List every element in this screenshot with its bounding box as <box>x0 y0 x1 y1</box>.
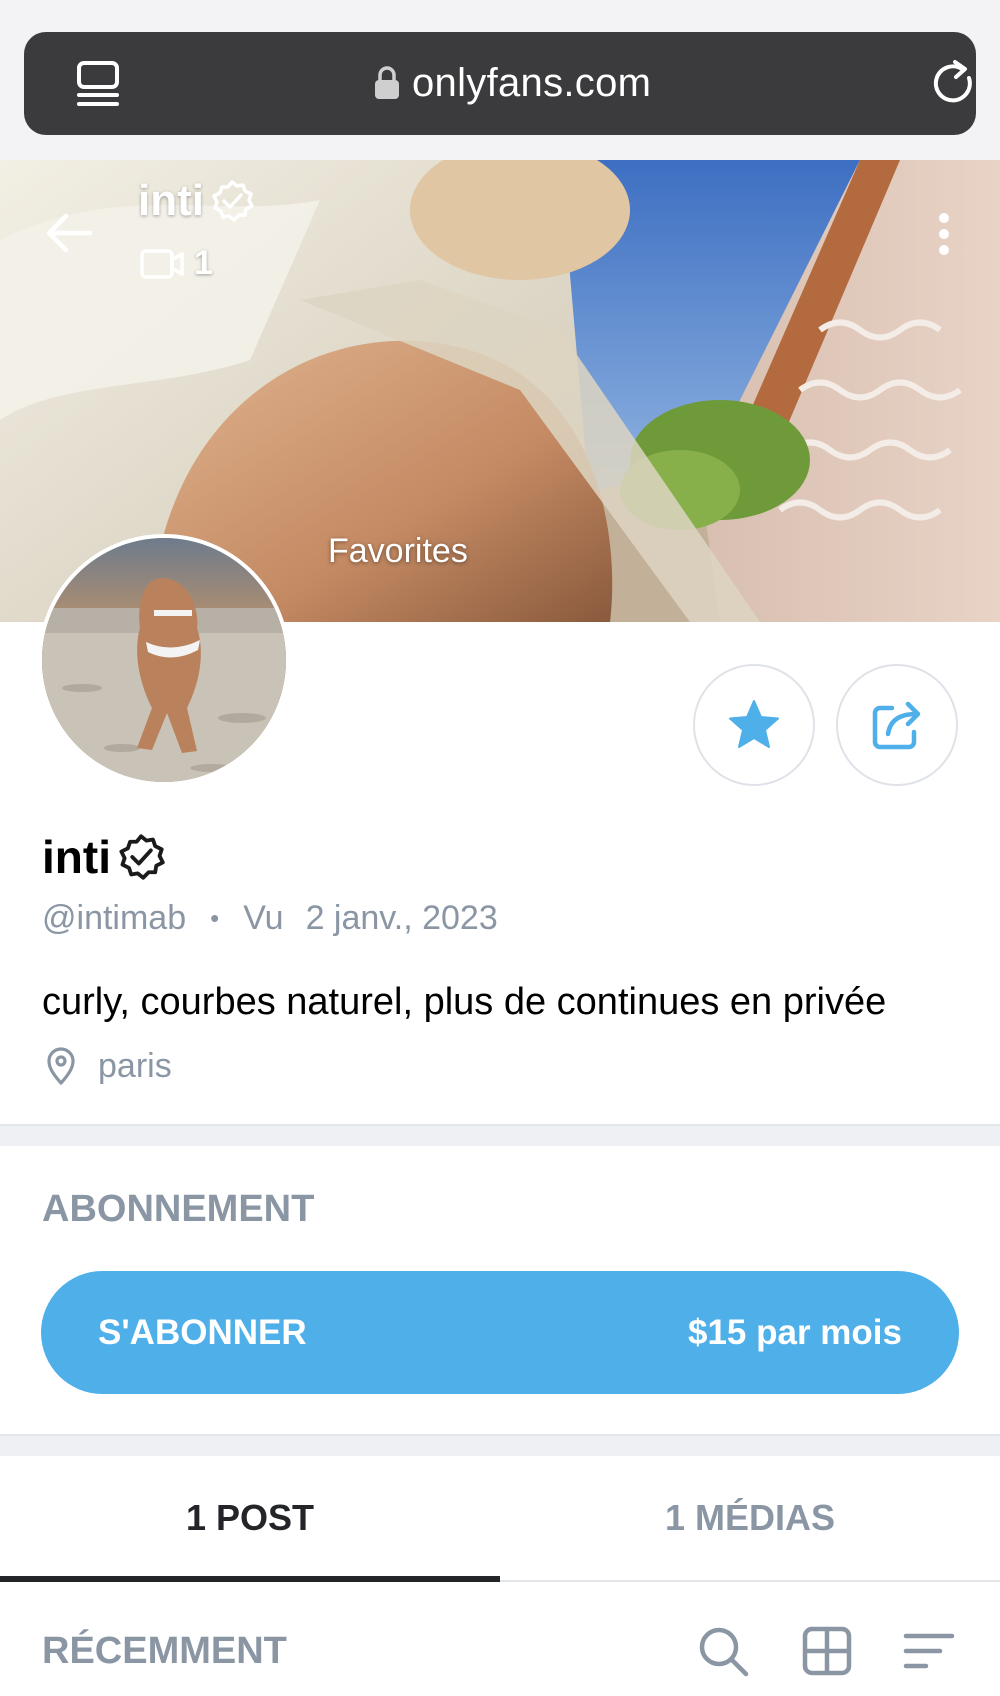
cover-stats: 1 <box>140 244 213 283</box>
search-icon[interactable] <box>696 1624 750 1678</box>
cover-name-text: inti <box>138 176 204 225</box>
star-icon <box>729 700 779 748</box>
section-divider <box>0 1434 1000 1456</box>
address-bar[interactable]: onlyfans.com <box>24 32 976 135</box>
sort-icon[interactable] <box>902 1624 956 1678</box>
avatar[interactable] <box>38 534 290 786</box>
video-icon <box>140 248 184 279</box>
browser-toolbar: onlyfans.com <box>0 0 1000 160</box>
subscribe-label: S'ABONNER <box>98 1312 307 1352</box>
tab-media[interactable]: 1 MÉDIAS <box>500 1456 1000 1580</box>
profile-handle: @intimab <box>42 899 187 937</box>
profile-name: inti <box>42 830 165 884</box>
avatar-photo <box>42 538 286 782</box>
profile-bio: curly, courbes naturel, plus de continue… <box>42 981 887 1023</box>
favorites-label: Favorites <box>328 532 468 570</box>
grid-icon[interactable] <box>800 1624 854 1678</box>
lock-icon <box>375 66 399 99</box>
share-button[interactable] <box>836 664 958 786</box>
reload-icon[interactable] <box>929 58 979 110</box>
profile-name-text: inti <box>42 831 111 883</box>
video-count: 1 <box>194 244 213 282</box>
subscribe-price: $15 par mois <box>688 1312 902 1352</box>
cover-header-name: inti <box>138 176 254 226</box>
verified-icon <box>119 834 165 880</box>
verified-icon <box>212 180 254 222</box>
profile-location: paris <box>42 1046 172 1086</box>
url-text: onlyfans.com <box>412 60 652 105</box>
last-seen-label: Vu <box>243 899 284 937</box>
last-seen-date: 2 janv., 2023 <box>305 899 498 937</box>
location-text: paris <box>98 1046 172 1085</box>
back-icon[interactable] <box>44 208 94 258</box>
url-display[interactable]: onlyfans.com <box>374 58 651 108</box>
more-icon[interactable] <box>928 210 960 258</box>
tabs-icon[interactable] <box>76 60 120 108</box>
section-divider <box>0 1124 1000 1146</box>
share-icon <box>872 701 921 750</box>
sort-label[interactable]: RÉCEMMENT <box>42 1630 287 1673</box>
tab-posts[interactable]: 1 POST <box>0 1456 500 1580</box>
content-tabs: 1 POST 1 MÉDIAS <box>0 1456 1000 1582</box>
active-tab-indicator <box>0 1576 500 1582</box>
subscription-heading: ABONNEMENT <box>42 1188 315 1230</box>
subscribe-button[interactable]: S'ABONNER $15 par mois <box>41 1271 959 1394</box>
meta-separator: • <box>210 903 220 933</box>
pin-icon <box>47 1047 75 1085</box>
favorite-button[interactable] <box>693 664 815 786</box>
profile-meta: @intimab • Vu 2 janv., 2023 <box>42 899 498 938</box>
